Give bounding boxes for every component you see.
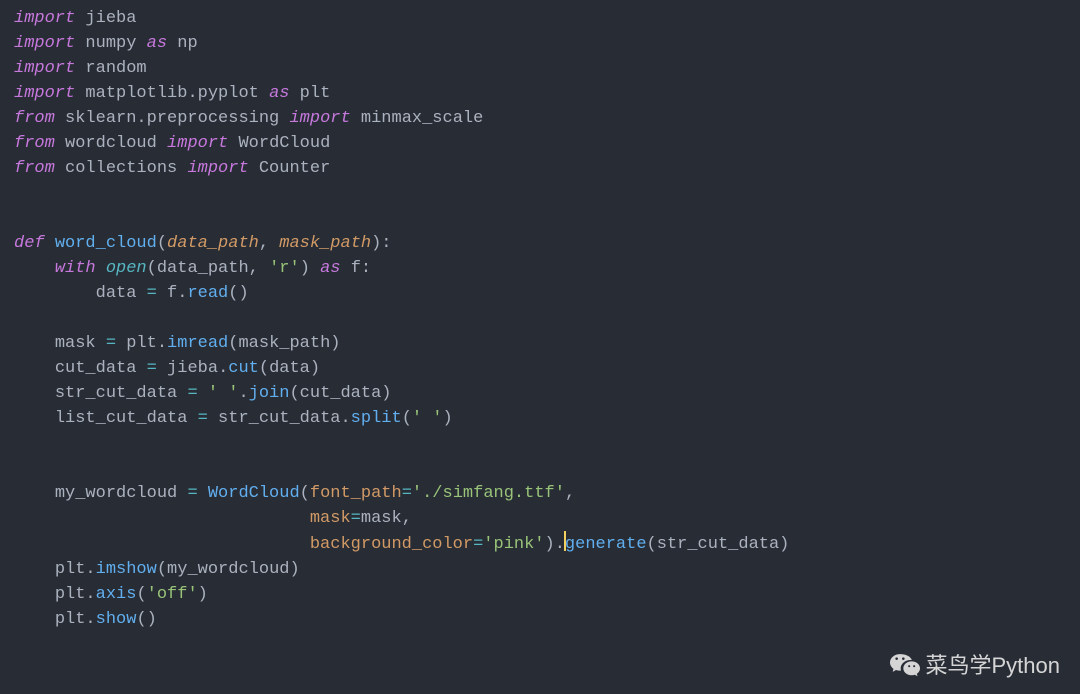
code-line: import random bbox=[14, 59, 147, 78]
watermark: 菜鸟学Python bbox=[890, 652, 1061, 678]
code-line: plt.imshow(my_wordcloud) bbox=[14, 560, 300, 579]
code-line: from wordcloud import WordCloud bbox=[14, 134, 330, 153]
code-line: mask=mask, bbox=[14, 509, 412, 528]
code-line: background_color='pink').generate(str_cu… bbox=[14, 535, 789, 554]
code-line: plt.axis('off') bbox=[14, 585, 208, 604]
code-line: from collections import Counter bbox=[14, 159, 330, 178]
code-line: data = f.read() bbox=[14, 284, 249, 303]
code-line: str_cut_data = ' '.join(cut_data) bbox=[14, 384, 392, 403]
code-line: import jieba bbox=[14, 9, 136, 28]
keyword-import: import bbox=[14, 9, 75, 28]
code-line: import matplotlib.pyplot as plt bbox=[14, 84, 330, 103]
function-def: word_cloud bbox=[55, 234, 157, 253]
wechat-icon bbox=[890, 652, 920, 678]
code-line: list_cut_data = str_cut_data.split(' ') bbox=[14, 409, 453, 428]
code-editor[interactable]: import jieba import numpy as np import r… bbox=[14, 6, 1080, 632]
code-line: def word_cloud(data_path, mask_path): bbox=[14, 234, 392, 253]
code-line: from sklearn.preprocessing import minmax… bbox=[14, 109, 483, 128]
code-line: cut_data = jieba.cut(data) bbox=[14, 359, 320, 378]
watermark-text: 菜鸟学Python bbox=[926, 653, 1061, 678]
code-line: my_wordcloud = WordCloud(font_path='./si… bbox=[14, 484, 575, 503]
code-line: with open(data_path, 'r') as f: bbox=[14, 259, 371, 278]
code-line: plt.show() bbox=[14, 610, 157, 629]
code-line: import numpy as np bbox=[14, 34, 198, 53]
code-line: mask = plt.imread(mask_path) bbox=[14, 334, 341, 353]
